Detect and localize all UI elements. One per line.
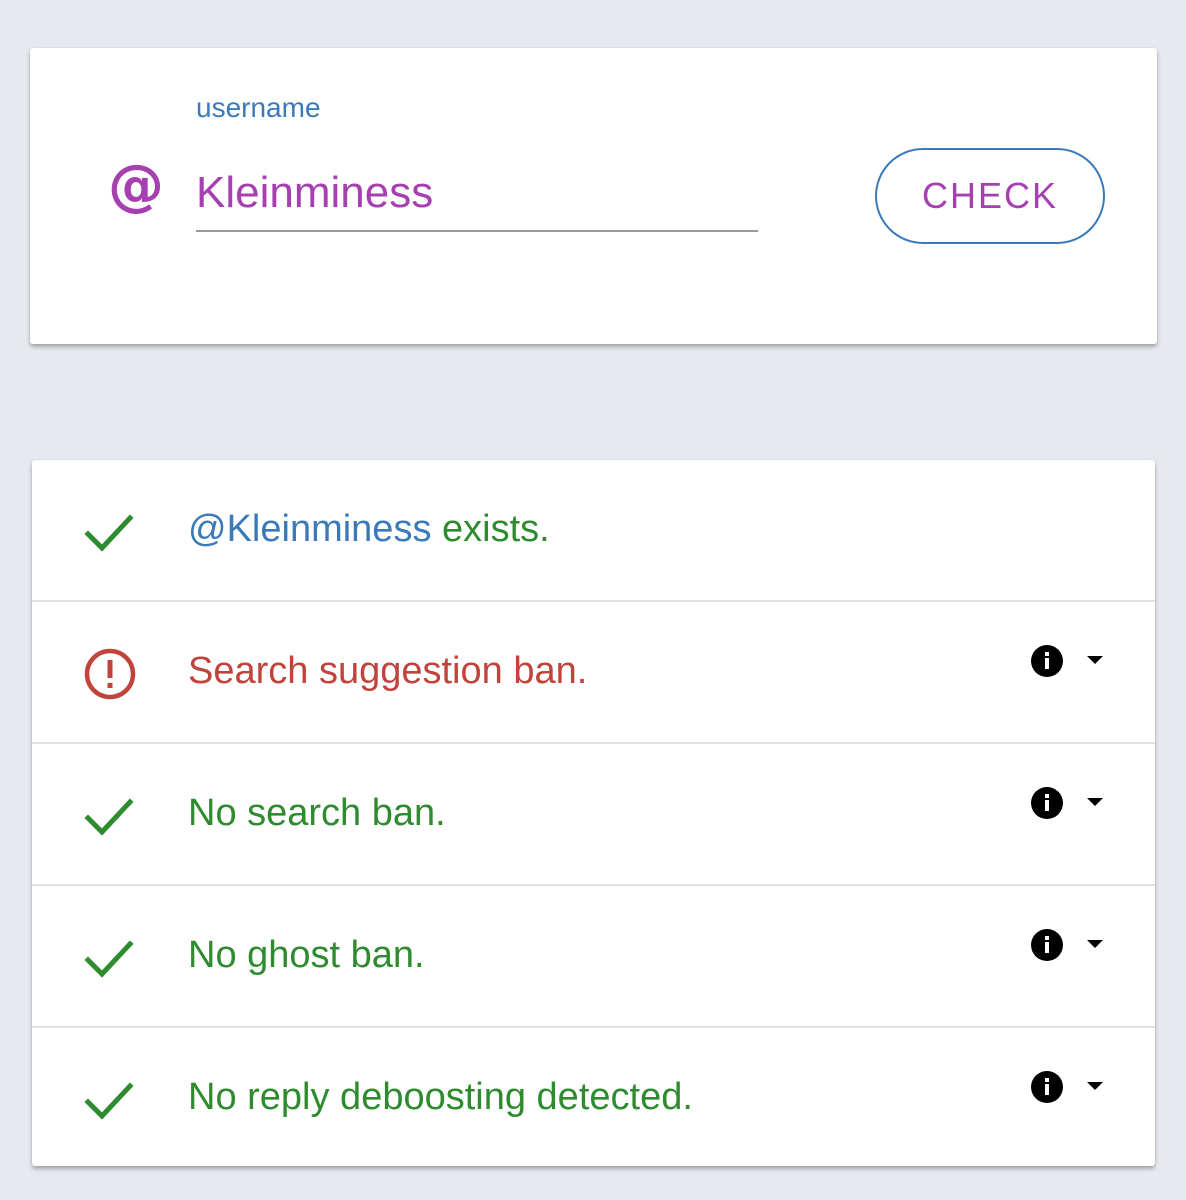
username-search-card: username @ CHECK bbox=[30, 48, 1157, 344]
check-button[interactable]: CHECK bbox=[875, 148, 1105, 244]
caret-down-icon[interactable] bbox=[1086, 1080, 1104, 1092]
username-input[interactable] bbox=[196, 156, 758, 232]
results-list: @Kleinminess exists. Search suggestion b… bbox=[32, 460, 1155, 1166]
username-handle: @Kleinminess bbox=[188, 508, 432, 550]
result-row-search-ban[interactable]: No search ban. bbox=[32, 744, 1155, 886]
result-row-search-suggestion-ban[interactable]: Search suggestion ban. bbox=[32, 602, 1155, 744]
result-text-exists: @Kleinminess exists. bbox=[188, 504, 550, 554]
caret-down-icon[interactable] bbox=[1086, 654, 1104, 666]
check-icon bbox=[84, 798, 134, 836]
username-field-label: username bbox=[196, 92, 321, 123]
check-icon bbox=[84, 1082, 134, 1120]
info-icon[interactable] bbox=[1030, 928, 1064, 962]
result-row-reply-deboosting[interactable]: No reply deboosting detected. bbox=[32, 1028, 1155, 1166]
result-row-ghost-ban[interactable]: No ghost ban. bbox=[32, 886, 1155, 1028]
result-text: No reply deboosting detected. bbox=[188, 1076, 693, 1118]
info-icon[interactable] bbox=[1030, 644, 1064, 678]
result-text: No search ban. bbox=[188, 792, 446, 834]
info-icon[interactable] bbox=[1030, 786, 1064, 820]
result-text: No ghost ban. bbox=[188, 934, 425, 976]
caret-down-icon[interactable] bbox=[1086, 938, 1104, 950]
check-icon bbox=[84, 940, 134, 978]
result-text: Search suggestion ban. bbox=[188, 650, 588, 692]
info-icon[interactable] bbox=[1030, 1070, 1064, 1104]
caret-down-icon[interactable] bbox=[1086, 796, 1104, 808]
alert-circle-icon bbox=[84, 648, 136, 700]
result-row-exists: @Kleinminess exists. bbox=[32, 460, 1155, 602]
check-icon bbox=[84, 514, 134, 552]
exists-label: exists. bbox=[431, 508, 550, 550]
at-sign-icon: @ bbox=[108, 153, 164, 218]
